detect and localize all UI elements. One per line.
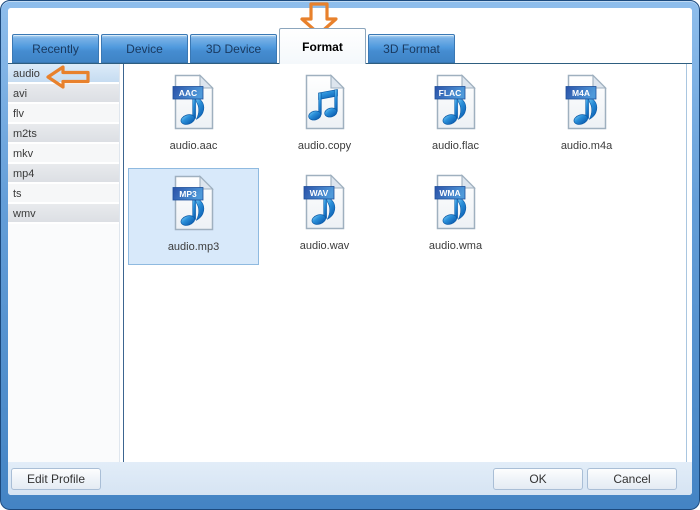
profile-icon-audio-m4a[interactable]: M4A audio.m4a — [521, 68, 652, 165]
profile-icon-audio-wav[interactable]: WAV audio.wav — [259, 168, 390, 265]
tab-recently[interactable]: Recently — [12, 34, 99, 63]
sidebar-item-avi[interactable]: avi — [8, 84, 119, 104]
edit-profile-button[interactable]: Edit Profile — [11, 468, 101, 490]
sidebar-item-mp4[interactable]: mp4 — [8, 164, 119, 184]
content-area: audio avi flv m2ts mkv mp4 ts wmv AAC audio.aac a… — [8, 63, 692, 464]
svg-text:WAV: WAV — [309, 188, 328, 198]
sidebar-item-audio[interactable]: audio — [8, 64, 119, 84]
screenshot-stage: Recently Device 3D Device Format 3D Format a… — [0, 0, 700, 510]
svg-text:FLAC: FLAC — [438, 88, 461, 98]
format-category-list: audio avi flv m2ts mkv mp4 ts wmv — [8, 64, 120, 463]
profile-icon-label: audio.flac — [431, 140, 480, 152]
svg-text:M4A: M4A — [572, 88, 590, 98]
cancel-button[interactable]: Cancel — [587, 468, 677, 490]
audio-file-icon: MP3 — [172, 175, 214, 231]
icon-grid-row-1: AAC audio.aac audio.copy FLAC audio.flac M4A a… — [124, 68, 686, 165]
ok-button[interactable]: OK — [493, 468, 583, 490]
profile-icon-audio-wma[interactable]: WMA audio.wma — [390, 168, 521, 265]
profile-icon-audio-flac[interactable]: FLAC audio.flac — [390, 68, 521, 165]
audio-file-icon — [305, 74, 345, 130]
svg-text:MP3: MP3 — [179, 189, 197, 199]
sidebar-item-wmv[interactable]: wmv — [8, 204, 119, 224]
icon-grid-row-2: MP3 audio.mp3 WAV audio.wav WMA audio.wma — [124, 168, 686, 265]
profile-icon-audio-aac[interactable]: AAC audio.aac — [128, 68, 259, 165]
svg-text:WMA: WMA — [439, 188, 460, 198]
tab-bar: Recently Device 3D Device Format 3D Format — [8, 8, 692, 64]
audio-file-icon: WAV — [303, 174, 345, 230]
tab-3d-format[interactable]: 3D Format — [368, 34, 455, 63]
sidebar-item-ts[interactable]: ts — [8, 184, 119, 204]
profile-icon-audio-copy[interactable]: audio.copy — [259, 68, 390, 165]
sidebar-item-mkv[interactable]: mkv — [8, 144, 119, 164]
audio-file-icon: WMA — [434, 174, 476, 230]
dialog-body: Recently Device 3D Device Format 3D Format a… — [8, 8, 692, 495]
audio-file-icon: FLAC — [434, 74, 476, 130]
sidebar-item-flv[interactable]: flv — [8, 104, 119, 124]
profile-icon-label: audio.copy — [297, 140, 352, 152]
audio-file-icon: M4A — [565, 74, 607, 130]
profile-dialog-window: Recently Device 3D Device Format 3D Format a… — [0, 0, 700, 510]
sidebar-item-m2ts[interactable]: m2ts — [8, 124, 119, 144]
profile-icon-label: audio.m4a — [560, 140, 613, 152]
audio-file-icon: AAC — [172, 74, 214, 130]
profile-icon-label: audio.mp3 — [167, 241, 220, 253]
profile-icon-panel: AAC audio.aac audio.copy FLAC audio.flac M4A a… — [123, 64, 687, 463]
profile-icon-label: audio.wav — [299, 240, 350, 252]
tab-device[interactable]: Device — [101, 34, 188, 63]
profile-icon-label: audio.aac — [169, 140, 218, 152]
footer-bar: Edit Profile OK Cancel — [8, 462, 692, 495]
tab-format[interactable]: Format — [279, 28, 366, 64]
tab-3d-device[interactable]: 3D Device — [190, 34, 277, 63]
profile-icon-audio-mp3[interactable]: MP3 audio.mp3 — [128, 168, 259, 265]
svg-text:AAC: AAC — [178, 88, 196, 98]
profile-icon-label: audio.wma — [428, 240, 483, 252]
